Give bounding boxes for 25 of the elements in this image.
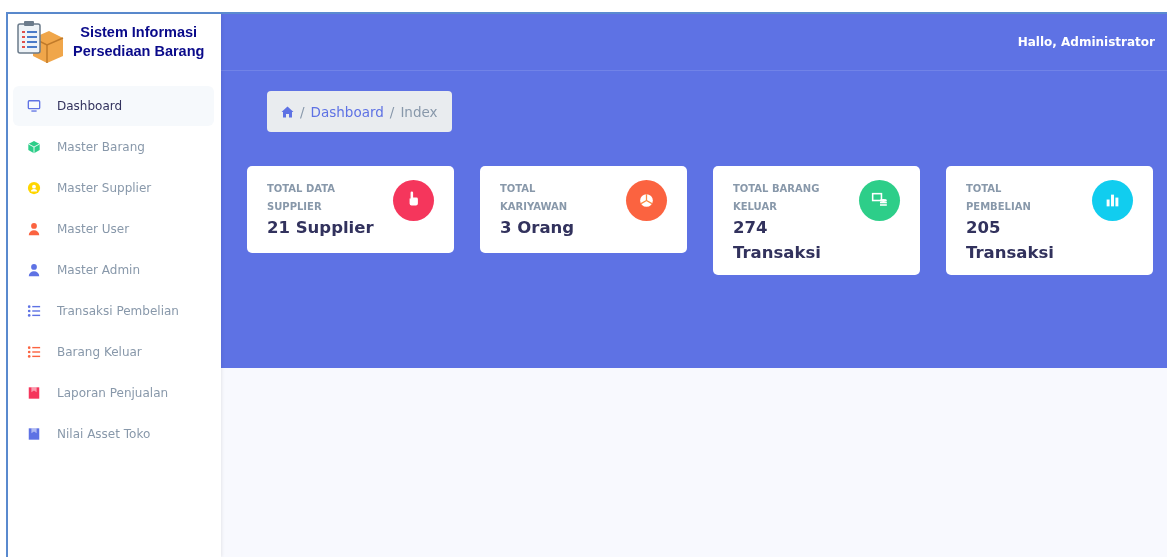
stat-value: 274 Transaksi bbox=[733, 217, 822, 264]
breadcrumb-current: Index bbox=[400, 103, 438, 120]
stat-value: 205 Transaksi bbox=[966, 217, 1055, 264]
sidebar-item[interactable]: Dashboard bbox=[13, 86, 214, 126]
user-greeting: Hallo, Administrator bbox=[1017, 35, 1155, 49]
stat-title: TOTAL PEMBELIAN bbox=[966, 182, 1032, 214]
breadcrumb-separator: / bbox=[300, 103, 305, 120]
stat-title: TOTAL KARIYAWAN bbox=[500, 182, 569, 214]
home-icon[interactable] bbox=[281, 105, 294, 118]
logo-drawing bbox=[15, 20, 65, 64]
sidebar-item[interactable]: Master Supplier bbox=[13, 168, 214, 208]
sidebar-item[interactable]: Master User bbox=[13, 209, 214, 249]
stat-title: TOTAL DATA SUPPLIER bbox=[267, 182, 336, 214]
sidebar-item[interactable]: Master Barang bbox=[13, 127, 214, 167]
sidebar-item[interactable]: Laporan Penjualan bbox=[13, 373, 214, 413]
breadcrumb-separator: / bbox=[389, 103, 395, 120]
stat-title: TOTAL BARANG KELUAR bbox=[733, 182, 821, 214]
app-title: Sistem Informasi Persediaan Barang bbox=[73, 23, 205, 61]
stat-value: 3 Orang bbox=[500, 217, 576, 239]
sidebar-item[interactable]: Barang Keluar bbox=[13, 332, 214, 372]
sidebar-item[interactable]: Nilai Asset Toko bbox=[13, 414, 214, 454]
sidebar-item[interactable]: Transaksi Pembelian bbox=[13, 291, 214, 331]
sidebar-item[interactable]: Master Admin bbox=[13, 250, 214, 290]
stat-value: 21 Supplier bbox=[267, 217, 375, 239]
breadcrumb-link[interactable]: Dashboard bbox=[310, 103, 384, 120]
